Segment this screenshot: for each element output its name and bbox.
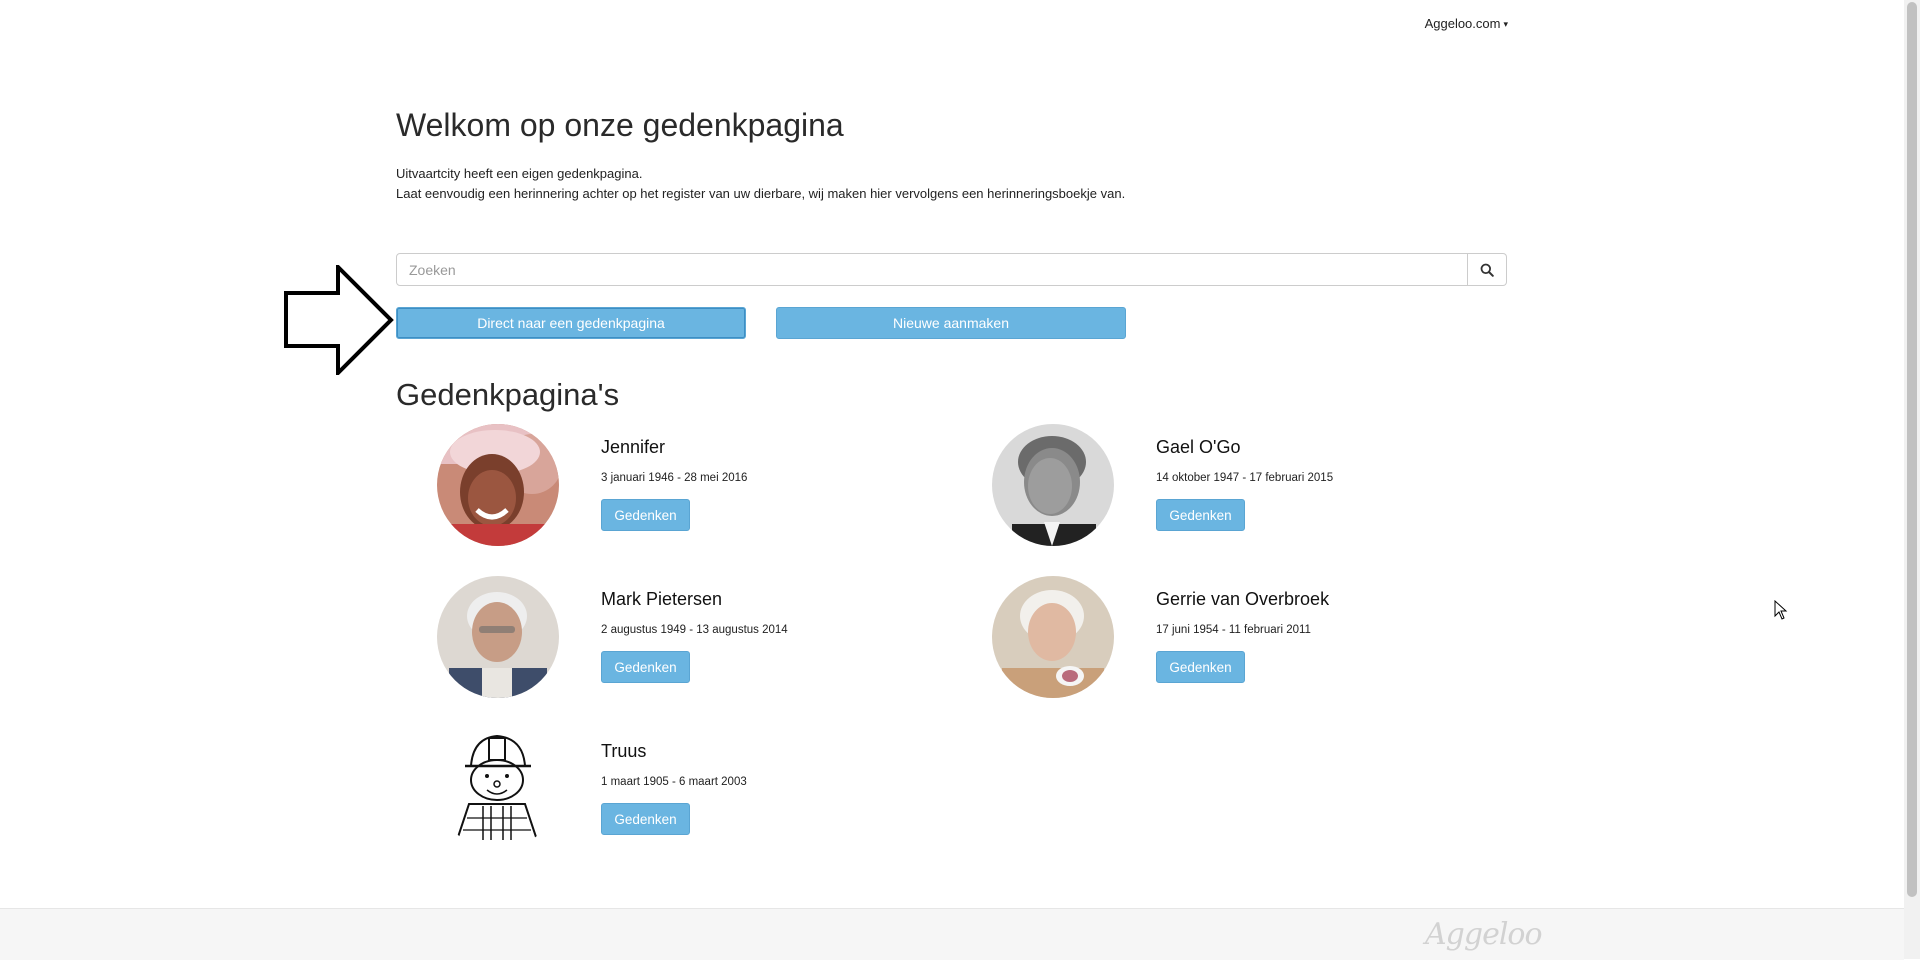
caret-down-icon: ▾ [1503,19,1508,29]
memorial-photo [992,424,1114,546]
memorial-dates: 17 juni 1954 - 11 februari 2011 [1156,624,1311,636]
pointer-arrow-icon [284,265,394,375]
memorial-name: Gael O'Go [1156,437,1241,457]
page-title: Welkom op onze gedenkpagina [396,107,844,143]
memorial-name: Gerrie van Overbroek [1156,589,1330,609]
memorial-photo [437,728,559,850]
memorial-name: Jennifer [601,437,666,457]
search-bar [396,253,1507,286]
site-menu[interactable]: Aggeloo.com ▾ [1425,16,1508,31]
search-button[interactable] [1468,253,1507,286]
woman-smiling-photo [437,424,559,546]
section-title: Gedenkpagina's [396,377,620,412]
memorial-card: Gerrie van Overbroek 17 juni 1954 - 11 f… [951,576,1471,706]
memorial-dates: 1 maart 1905 - 6 maart 2003 [601,776,747,788]
memorial-card: Truus 1 maart 1905 - 6 maart 2003 Gedenk… [396,728,916,858]
mouse-cursor-icon [1774,600,1788,620]
memorial-card: Gael O'Go 14 oktober 1947 - 17 februari … [951,424,1471,554]
gedenken-button[interactable]: Gedenken [601,651,690,683]
create-new-button[interactable]: Nieuwe aanmaken [776,307,1126,339]
intro-line-1: Uitvaartcity heeft een eigen gedenkpagin… [396,166,643,181]
memorial-photo [437,576,559,698]
page: Aggeloo.com ▾ Welkom op onze gedenkpagina… [0,0,1904,960]
search-input[interactable] [396,253,1468,286]
footer-logo: Aggeloo [1425,917,1543,952]
gedenken-button[interactable]: Gedenken [1156,499,1245,531]
memorial-name: Truus [601,741,647,761]
memorial-card: Mark Pietersen 2 augustus 1949 - 13 augu… [396,576,916,706]
memorial-name: Mark Pietersen [601,589,723,609]
memorial-dates: 3 januari 1946 - 28 mei 2016 [601,472,748,484]
footer: Aggeloo [0,908,1904,960]
gedenken-button[interactable]: Gedenken [1156,651,1245,683]
gedenken-button[interactable]: Gedenken [601,499,690,531]
scrollbar-thumb[interactable] [1907,2,1917,897]
cartoon-builder-drawing [437,728,559,850]
intro-text: Uitvaartcity heeft een eigen gedenkpagin… [396,164,1125,204]
search-icon [1480,263,1494,277]
site-menu-label: Aggeloo.com [1424,16,1501,31]
memorial-dates: 2 augustus 1949 - 13 augustus 2014 [601,624,788,636]
intro-line-2: Laat eenvoudig een herinnering achter op… [396,186,1126,201]
direct-to-memorial-button[interactable]: Direct naar een gedenkpagina [396,307,746,339]
memorial-dates: 14 oktober 1947 - 17 februari 2015 [1156,472,1334,484]
elderly-woman-photo [992,576,1114,698]
gedenken-button[interactable]: Gedenken [601,803,690,835]
elderly-man-photo [437,576,559,698]
memorial-photo [437,424,559,546]
memorial-card: Jennifer 3 januari 1946 - 28 mei 2016 Ge… [396,424,916,554]
man-portrait-photo [992,424,1114,546]
vertical-scrollbar[interactable] [1904,0,1920,959]
memorial-photo [992,576,1114,698]
